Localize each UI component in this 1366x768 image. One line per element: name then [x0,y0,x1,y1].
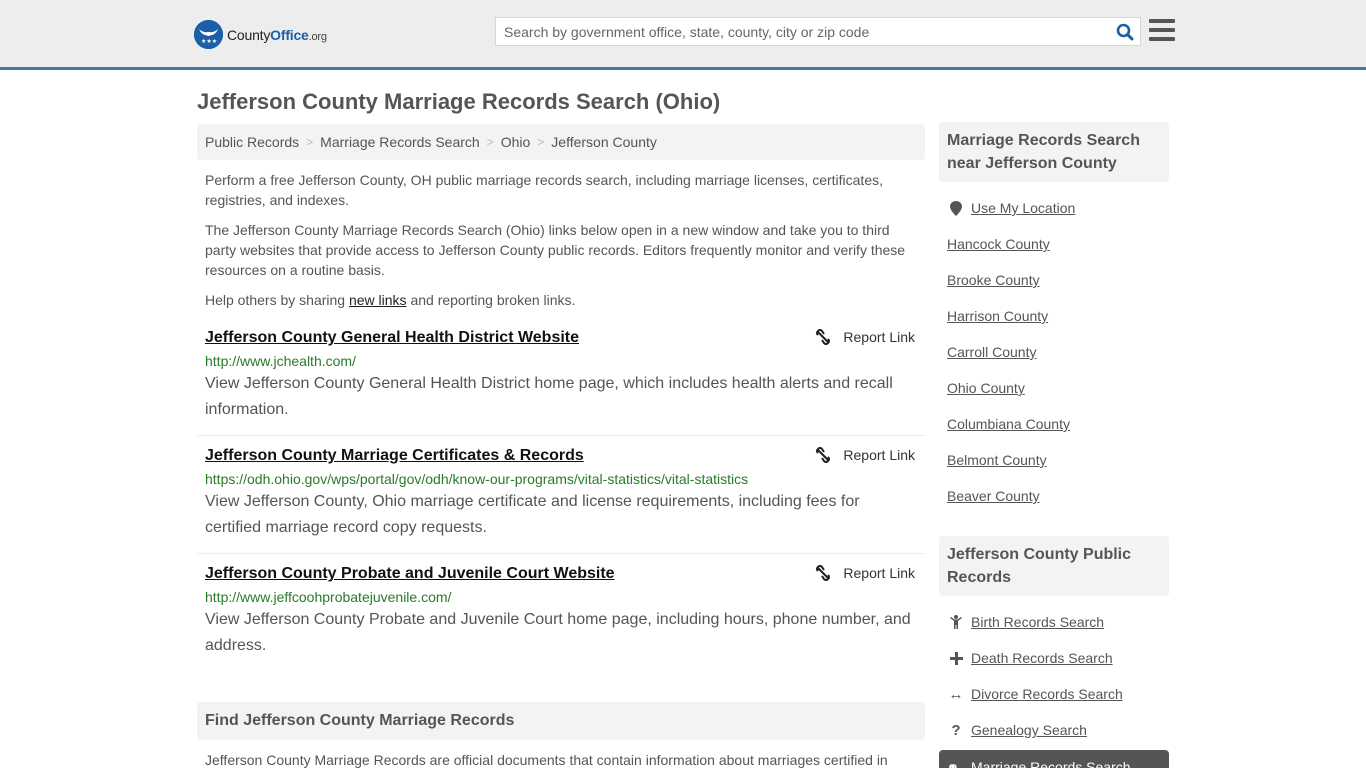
resource-link-url[interactable]: https://odh.ohio.gov/wps/portal/gov/odh/… [205,471,917,487]
county-link-belmont[interactable]: Belmont County [947,452,1047,468]
broken-link-icon [816,329,831,345]
county-link-columbiana[interactable]: Columbiana County [947,416,1070,432]
use-my-location-link[interactable]: Use My Location [971,200,1075,216]
death-records-search-link[interactable]: Death Records Search [971,650,1113,666]
search-icon [1116,23,1134,40]
resource-link-item: Jefferson County General Health District… [197,318,925,436]
breadcrumb-public-records[interactable]: Public Records [205,134,299,150]
breadcrumb: Public Records > Marriage Records Search… [197,124,925,160]
public-records-item: ? Genealogy Search [947,712,1161,748]
county-link-hancock[interactable]: Hancock County [947,236,1050,252]
breadcrumb-ohio[interactable]: Ohio [501,134,531,150]
question-icon: ? [951,721,961,739]
county-link-brooke[interactable]: Brooke County [947,272,1040,288]
resource-link-title[interactable]: Jefferson County General Health District… [205,328,579,348]
search-button[interactable] [1110,18,1140,45]
sidebar-public-records-heading: Jefferson County Public Records [939,536,1169,596]
marriage-rings-icon: ⚭ [947,759,959,768]
county-link-carroll[interactable]: Carroll County [947,344,1036,360]
sidebar-public-records: Jefferson County Public Records Birth Re… [939,536,1169,768]
search-input[interactable] [496,18,1110,45]
search-box [495,17,1141,46]
breadcrumb-marriage-records-search[interactable]: Marriage Records Search [320,134,480,150]
nearby-county-item: Ohio County [947,370,1161,406]
public-records-list: Birth Records Search Death Records Searc… [939,604,1169,748]
map-marker-icon [947,200,965,216]
breadcrumb-separator: > [486,135,494,149]
intro-paragraph-3: Help others by sharing new links and rep… [205,292,576,308]
eagle-logo-icon: ★★★ [194,20,223,49]
nearby-county-item: Columbiana County [947,406,1161,442]
nearby-county-item: Hancock County [947,226,1161,262]
report-link-button[interactable]: Report Link [815,565,915,581]
nearby-county-item: Carroll County [947,334,1161,370]
resource-link-description: View Jefferson County General Health Dis… [205,375,893,418]
birth-records-search-link[interactable]: Birth Records Search [971,614,1104,630]
nearby-county-item: Harrison County [947,298,1161,334]
county-link-beaver[interactable]: Beaver County [947,488,1040,504]
page-title: Jefferson County Marriage Records Search… [197,89,721,114]
broken-link-icon [816,565,831,581]
broken-link-icon [816,447,831,463]
county-link-harrison[interactable]: Harrison County [947,308,1048,324]
intro-text: Perform a free Jefferson County, OH publ… [197,170,925,310]
sidebar-nearby: Marriage Records Search near Jefferson C… [939,122,1169,514]
resource-link-description: View Jefferson County Probate and Juveni… [205,611,911,654]
active-marriage-records-item[interactable]: ⚭ Marriage Records Search [939,750,1169,768]
report-link-button[interactable]: Report Link [815,329,915,345]
county-link-ohio[interactable]: Ohio County [947,380,1025,396]
arrows-horizontal-icon: ↔ [948,685,964,703]
hamburger-menu-icon[interactable] [1149,19,1175,41]
svg-text:★★★: ★★★ [201,38,217,45]
site-logo[interactable]: ★★★ CountyOffice.org [194,20,327,49]
sidebar-nearby-heading: Marriage Records Search near Jefferson C… [939,122,1169,182]
nearby-county-list: Use My Location Hancock County Brooke Co… [939,190,1169,514]
child-icon [947,615,965,629]
breadcrumb-separator: > [306,135,314,149]
intro-paragraph-1: Perform a free Jefferson County, OH publ… [205,172,883,208]
genealogy-search-link[interactable]: Genealogy Search [971,722,1087,738]
intro-paragraph-2: The Jefferson County Marriage Records Se… [205,222,906,278]
public-records-item: ↔ Divorce Records Search [947,676,1161,712]
new-links-link[interactable]: new links [349,292,407,308]
use-my-location-item: Use My Location [947,190,1161,226]
marriage-records-search-link[interactable]: Marriage Records Search [971,759,1131,768]
nearby-county-item: Beaver County [947,478,1161,514]
find-records-text: Jefferson County Marriage Records are of… [205,752,888,768]
main-content: Public Records > Marriage Records Search… [197,124,925,671]
cross-icon [947,651,965,665]
nearby-county-item: Belmont County [947,442,1161,478]
resource-link-title[interactable]: Jefferson County Probate and Juvenile Co… [205,564,615,584]
resource-link-description: View Jefferson County, Ohio marriage cer… [205,493,860,536]
report-link-button[interactable]: Report Link [815,447,915,463]
find-records-heading: Find Jefferson County Marriage Records [197,702,925,740]
divorce-records-search-link[interactable]: Divorce Records Search [971,686,1123,702]
resource-link-url[interactable]: http://www.jeffcoohprobatejuvenile.com/ [205,589,917,605]
breadcrumb-separator: > [537,135,545,149]
public-records-item: Birth Records Search [947,604,1161,640]
breadcrumb-jefferson-county[interactable]: Jefferson County [551,134,657,150]
resource-link-url[interactable]: http://www.jchealth.com/ [205,353,917,369]
logo-text: CountyOffice.org [227,26,327,43]
public-records-item: Death Records Search [947,640,1161,676]
resource-link-item: Jefferson County Probate and Juvenile Co… [197,554,925,671]
resource-link-title[interactable]: Jefferson County Marriage Certificates &… [205,446,584,466]
nearby-county-item: Brooke County [947,262,1161,298]
site-header: ★★★ CountyOffice.org [0,0,1366,70]
resource-link-item: Jefferson County Marriage Certificates &… [197,436,925,554]
